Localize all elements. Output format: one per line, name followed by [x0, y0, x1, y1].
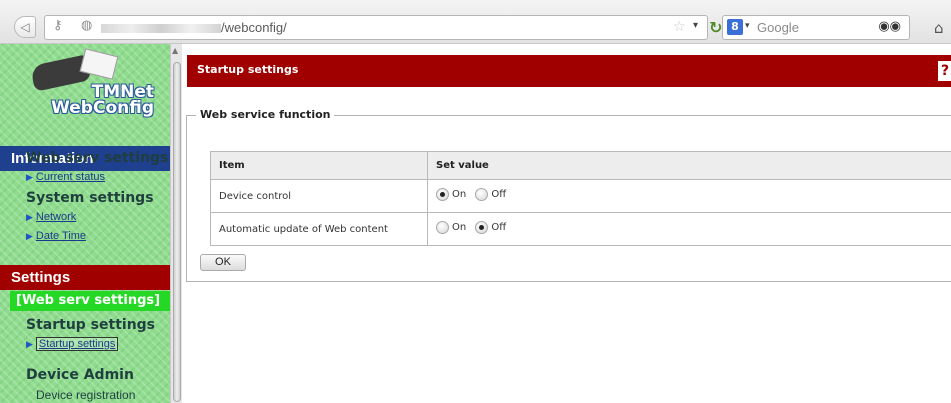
device-admin-title: Device Admin [26, 367, 134, 383]
device-control-on-radio[interactable] [436, 188, 449, 201]
triangle-icon: ▶ [26, 212, 33, 222]
search-bar[interactable]: 8 ▾ Google ◉◉ [722, 15, 910, 40]
auto-update-off-option[interactable]: Off [475, 221, 506, 234]
scrollbar-thumb[interactable] [173, 62, 181, 402]
column-header-item: Item [210, 151, 428, 180]
row-item-label: Automatic update of Web content [210, 212, 428, 246]
table-row: Automatic update of Web content On Off [210, 212, 951, 246]
device-control-off-radio[interactable] [475, 188, 489, 201]
key-icon: ⚷ [53, 18, 63, 33]
startup-settings-title: Startup settings [26, 317, 156, 333]
current-section-label: [Web serv settings] [10, 291, 170, 311]
row-value-cell: On Off [427, 179, 951, 213]
page-title: Startup settings [197, 63, 299, 76]
sidebar: TMNet WebConfig Information Web serv set… [0, 44, 170, 403]
logo-text-line2: WebConfig [51, 98, 154, 118]
network-link[interactable]: ▶ Network [26, 211, 76, 223]
ok-button[interactable]: OK [200, 254, 246, 271]
reload-icon[interactable]: ↻ [709, 18, 722, 37]
device-registration-link[interactable]: Device registration [36, 388, 135, 402]
url-redacted-host [101, 24, 221, 33]
sidebar-scrollbar[interactable]: ▲ [170, 44, 182, 403]
auto-update-on-radio[interactable] [436, 221, 449, 234]
system-settings-title: System settings [26, 190, 154, 206]
settings-table: Item Set value Device control On Off Aut… [210, 151, 951, 246]
triangle-icon: ▶ [26, 339, 33, 349]
triangle-icon: ▶ [26, 172, 33, 182]
scroll-up-icon[interactable]: ▲ [172, 46, 178, 55]
back-button[interactable]: ◁ [14, 16, 36, 38]
globe-icon: ◍ [81, 18, 93, 33]
fieldset-legend: Web service function [196, 108, 335, 121]
row-item-label: Device control [210, 179, 428, 213]
star-icon[interactable]: ☆ [673, 19, 686, 35]
settings-header: Settings [0, 265, 170, 290]
auto-update-on-option[interactable]: On [436, 221, 466, 234]
radio-label-on: On [452, 222, 467, 233]
home-icon[interactable]: ⌂ [934, 19, 944, 37]
address-bar[interactable]: ⚷ ◍ /webconfig/ ☆ ▾ ↻ [44, 15, 722, 40]
table-header-row: Item Set value [210, 151, 951, 180]
help-icon[interactable]: ? [938, 61, 951, 81]
device-control-off-option[interactable]: Off [475, 188, 506, 201]
radio-label-on: On [452, 189, 467, 200]
chevron-down-icon[interactable]: ▾ [693, 20, 698, 31]
search-engine-icon[interactable]: 8 [727, 19, 743, 35]
triangle-icon: ▶ [26, 231, 33, 241]
radio-label-off: Off [491, 222, 507, 233]
tmnet-logo: TMNet WebConfig [10, 48, 160, 120]
row-value-cell: On Off [427, 212, 951, 246]
binoculars-icon[interactable]: ◉◉ [878, 19, 901, 34]
current-status-link[interactable]: ▶ Current status [26, 171, 105, 183]
column-header-set-value: Set value [427, 151, 951, 180]
table-row: Device control On Off [210, 179, 951, 213]
back-icon: ◁ [20, 20, 30, 34]
radio-label-off: Off [491, 189, 507, 200]
datetime-link[interactable]: ▶ Date Time [26, 230, 86, 242]
device-control-on-option[interactable]: On [436, 188, 466, 201]
url-text: /webconfig/ [221, 20, 287, 35]
page-header: Startup settings ? [187, 55, 951, 87]
chevron-down-icon[interactable]: ▾ [745, 21, 750, 31]
auto-update-off-radio[interactable] [475, 221, 489, 234]
startup-settings-link[interactable]: ▶ Startup settings [26, 337, 119, 351]
browser-toolbar: ◁ ⚷ ◍ /webconfig/ ☆ ▾ ↻ 8 ▾ Google ◉◉ ⌂ [0, 0, 951, 44]
web-serv-settings-title: Web serv settings [26, 150, 169, 166]
search-placeholder: Google [757, 20, 799, 35]
